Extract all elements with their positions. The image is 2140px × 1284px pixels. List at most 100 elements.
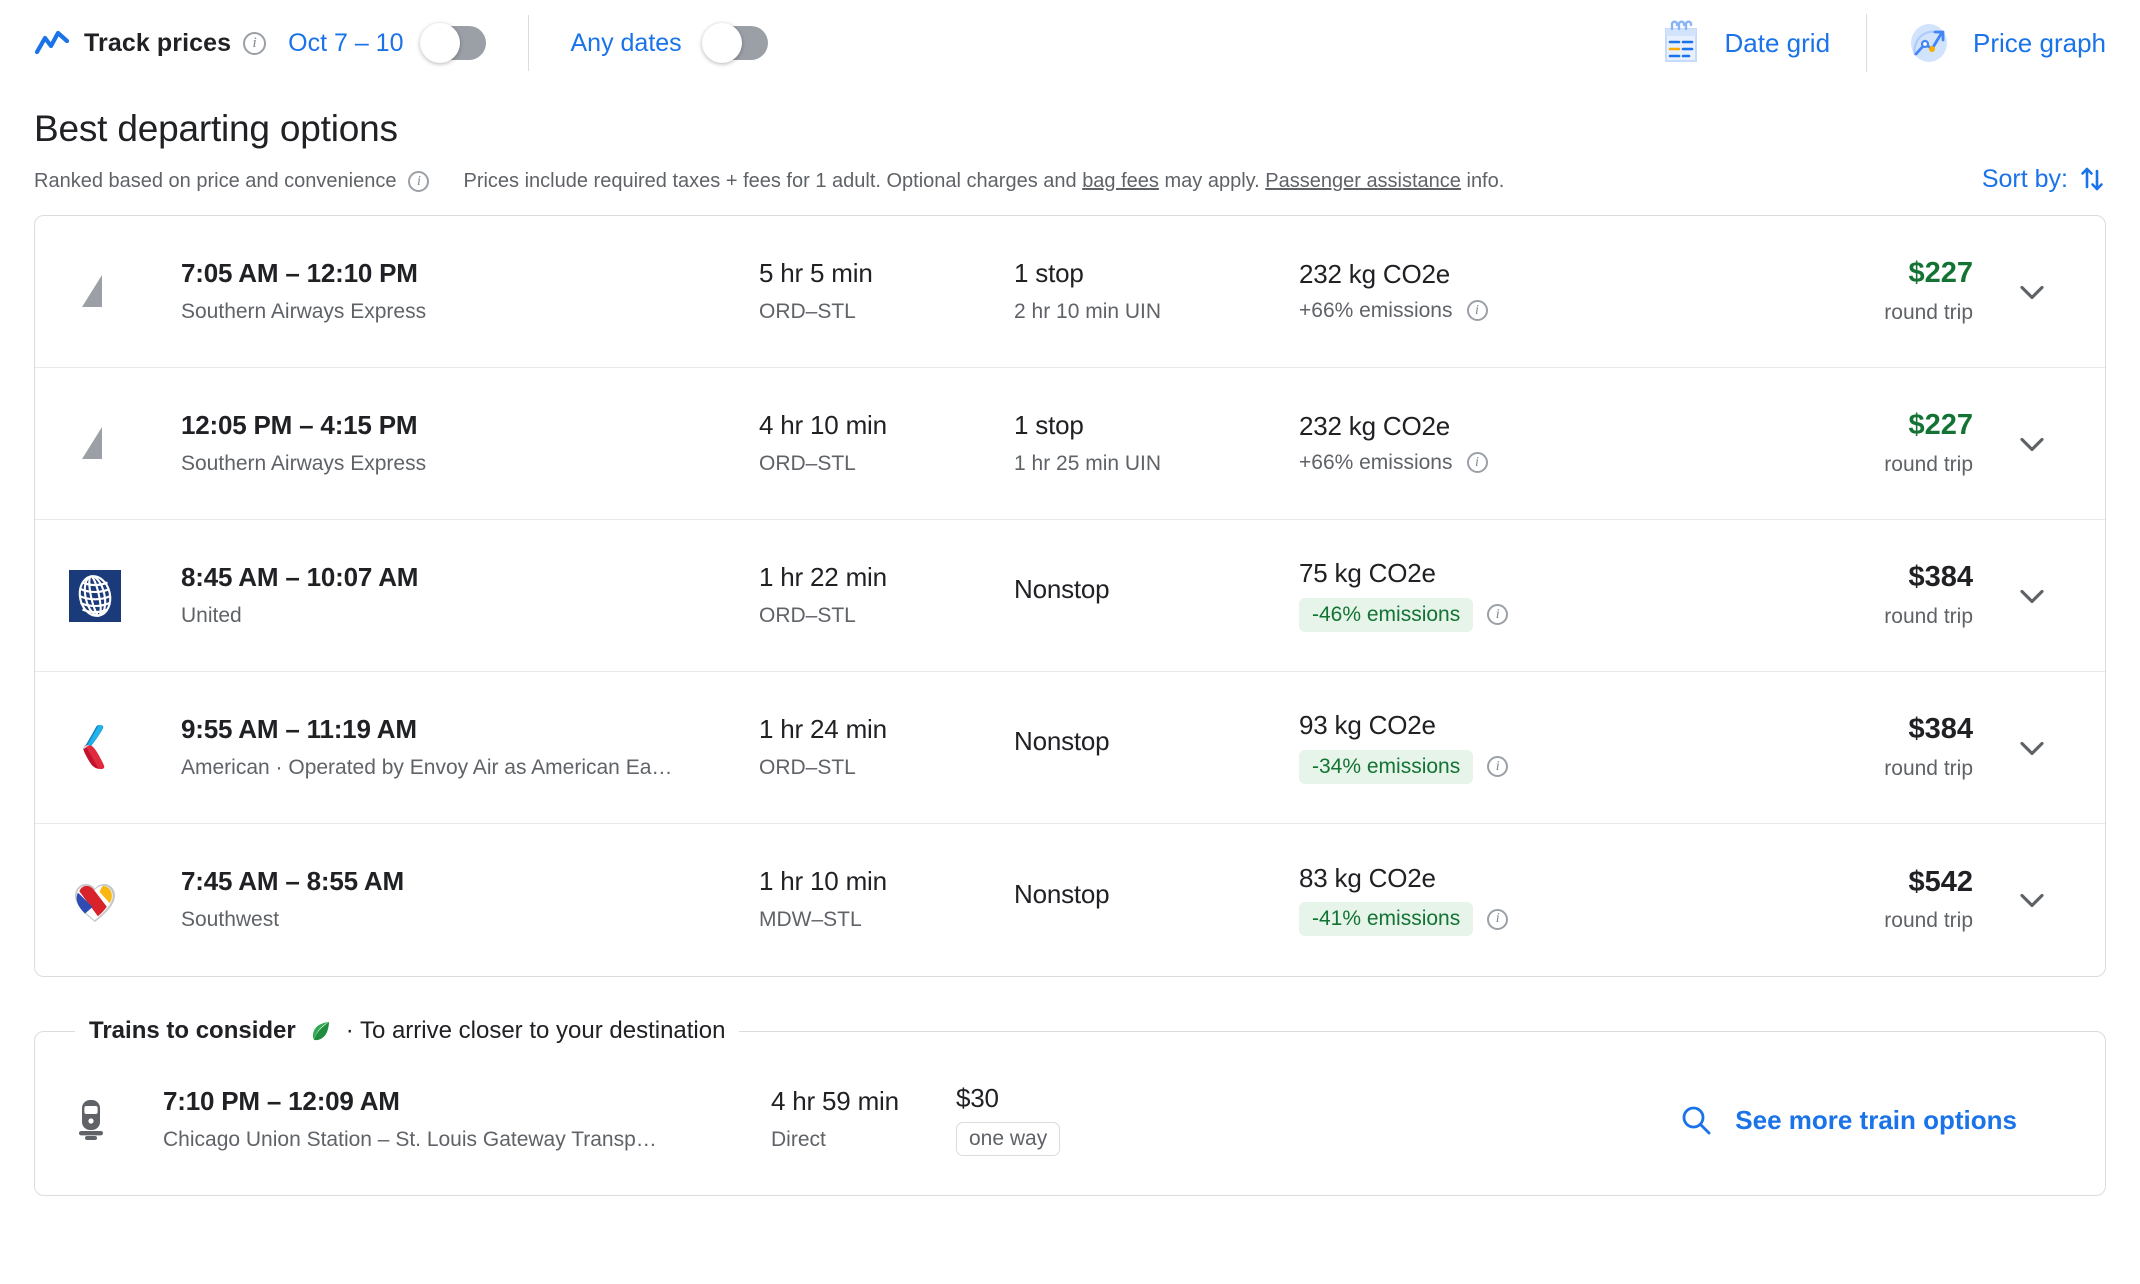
page-title: Best departing options: [34, 108, 2106, 150]
sort-by-button[interactable]: Sort by:: [1982, 164, 2106, 194]
flight-stops: Nonstop: [1014, 880, 1299, 910]
date-grid-button[interactable]: Date grid: [1655, 17, 1831, 69]
bag-fees-link[interactable]: bag fees: [1082, 170, 1159, 192]
flight-co2: 75 kg CO2e: [1299, 559, 1759, 589]
toolbar-divider: [1866, 14, 1867, 72]
flight-price-cell: $384 round trip: [1759, 714, 1989, 781]
flight-price: $227: [1759, 258, 1973, 290]
flight-emissions-cell: 75 kg CO2e -46% emissions i: [1299, 559, 1759, 632]
flight-stops-cell: Nonstop: [1014, 575, 1299, 616]
train-duration-cell: 4 hr 59 min Direct: [771, 1087, 956, 1152]
flight-duration-cell: 1 hr 22 min ORD–STL: [759, 563, 1014, 628]
flight-row[interactable]: 7:05 AM – 12:10 PM Southern Airways Expr…: [35, 216, 2105, 368]
flight-duration: 4 hr 10 min: [759, 411, 1014, 441]
flight-duration-cell: 1 hr 10 min MDW–STL: [759, 867, 1014, 932]
prices-note-part3: info.: [1461, 170, 1504, 192]
flight-row[interactable]: 7:45 AM – 8:55 AM Southwest 1 hr 10 min …: [35, 824, 2105, 976]
info-icon[interactable]: i: [243, 32, 266, 55]
flight-price-sub: round trip: [1759, 453, 1973, 477]
sort-by-label: Sort by:: [1982, 165, 2068, 194]
flight-stop-detail: 1 hr 25 min UIN: [1014, 452, 1299, 476]
flight-emissions-cell: 83 kg CO2e -41% emissions i: [1299, 864, 1759, 937]
flight-price-sub: round trip: [1759, 605, 1973, 629]
fare-type-badge: one way: [956, 1122, 1060, 1156]
airline-logo-cell: [69, 570, 159, 622]
airline-logo-cell: [69, 418, 159, 470]
see-more-train-options-label: See more train options: [1735, 1105, 2017, 1136]
flight-results-card: 7:05 AM – 12:10 PM Southern Airways Expr…: [34, 215, 2106, 977]
info-icon[interactable]: i: [1467, 300, 1488, 321]
flight-co2: 83 kg CO2e: [1299, 864, 1759, 894]
trend-line-icon: [34, 25, 70, 61]
info-icon[interactable]: i: [1487, 756, 1508, 777]
flight-stops: Nonstop: [1014, 727, 1299, 757]
top-toolbar: Track prices i Oct 7 – 10 Any dates: [0, 0, 2140, 86]
info-icon[interactable]: i: [408, 171, 429, 192]
train-duration: 4 hr 59 min: [771, 1087, 956, 1117]
any-dates-toggle[interactable]: [704, 26, 768, 60]
flight-row[interactable]: 9:55 AM – 11:19 AM American · Operated b…: [35, 672, 2105, 824]
flight-price-cell: $227 round trip: [1759, 258, 1989, 325]
date-range-label[interactable]: Oct 7 – 10: [288, 29, 403, 58]
flight-main-cell: 8:45 AM – 10:07 AM United: [159, 563, 759, 628]
expand-flight-button[interactable]: [1989, 883, 2075, 917]
expand-flight-button[interactable]: [1989, 427, 2075, 461]
flight-route: ORD–STL: [759, 756, 1014, 780]
price-graph-button[interactable]: Price graph: [1903, 17, 2106, 69]
flight-stop-detail: 2 hr 10 min UIN: [1014, 300, 1299, 324]
flight-airline: Southern Airways Express: [181, 300, 759, 324]
flight-times: 7:45 AM – 8:55 AM: [181, 867, 759, 897]
any-dates-label[interactable]: Any dates: [571, 29, 682, 58]
flight-row[interactable]: 12:05 PM – 4:15 PM Southern Airways Expr…: [35, 368, 2105, 520]
american-airlines-logo: [69, 722, 121, 774]
flight-stops-cell: 1 stop 1 hr 25 min UIN: [1014, 411, 1299, 476]
southern-airways-tail-logo: [69, 418, 121, 470]
info-icon[interactable]: i: [1467, 452, 1488, 473]
flight-route: ORD–STL: [759, 452, 1014, 476]
emissions-row: -34% emissions i: [1299, 750, 1759, 784]
expand-flight-button[interactable]: [1989, 275, 2075, 309]
flight-price-sub: round trip: [1759, 301, 1973, 325]
flight-main-cell: 12:05 PM – 4:15 PM Southern Airways Expr…: [159, 411, 759, 476]
flight-times: 9:55 AM – 11:19 AM: [181, 715, 759, 745]
train-price-cell: $30 one way: [956, 1084, 1256, 1157]
train-times: 7:10 PM – 12:09 AM: [163, 1087, 771, 1117]
see-more-train-options-button[interactable]: See more train options: [1256, 1103, 2075, 1137]
train-stations: Chicago Union Station – St. Louis Gatewa…: [163, 1128, 771, 1152]
train-direct: Direct: [771, 1128, 956, 1152]
search-icon: [1679, 1103, 1713, 1137]
train-main-cell: 7:10 PM – 12:09 AM Chicago Union Station…: [151, 1087, 771, 1152]
results-heading: Best departing options Ranked based on p…: [0, 108, 2140, 193]
emissions-text: +66% emissions: [1299, 451, 1453, 475]
emissions-badge: -41% emissions: [1299, 902, 1473, 936]
flight-duration: 1 hr 22 min: [759, 563, 1014, 593]
expand-flight-button[interactable]: [1989, 579, 2075, 613]
flight-row[interactable]: 8:45 AM – 10:07 AM United 1 hr 22 min OR…: [35, 520, 2105, 672]
flight-emissions-cell: 232 kg CO2e +66% emissions i: [1299, 412, 1759, 475]
track-prices-group: Track prices i Oct 7 – 10: [34, 25, 486, 61]
flight-stops-cell: Nonstop: [1014, 727, 1299, 768]
train-logo-cell: [69, 1097, 151, 1143]
info-icon[interactable]: i: [1487, 604, 1508, 625]
flight-airline: Southern Airways Express: [181, 452, 759, 476]
flight-duration-cell: 1 hr 24 min ORD–STL: [759, 715, 1014, 780]
flight-airline: American · Operated by Envoy Air as Amer…: [181, 756, 759, 780]
emissions-row: -46% emissions i: [1299, 598, 1759, 632]
track-prices-toggle[interactable]: [422, 26, 486, 60]
flight-co2: 93 kg CO2e: [1299, 711, 1759, 741]
expand-flight-button[interactable]: [1989, 731, 2075, 765]
emissions-row: -41% emissions i: [1299, 902, 1759, 936]
passenger-assistance-link[interactable]: Passenger assistance: [1265, 170, 1461, 192]
train-row[interactable]: 7:10 PM – 12:09 AM Chicago Union Station…: [35, 1045, 2105, 1195]
prices-note: Prices include required taxes + fees for…: [463, 170, 1504, 193]
flight-price: $227: [1759, 410, 1973, 442]
results-subheading: Ranked based on price and convenience i …: [34, 170, 2106, 193]
prices-note-part2: may apply.: [1159, 170, 1265, 192]
flight-route: MDW–STL: [759, 908, 1014, 932]
ranked-text: Ranked based on price and convenience: [34, 170, 396, 193]
flight-price-cell: $542 round trip: [1759, 867, 1989, 934]
flight-route: ORD–STL: [759, 300, 1014, 324]
airline-logo-cell: [69, 874, 159, 926]
info-icon[interactable]: i: [1487, 909, 1508, 930]
flight-airline: United: [181, 604, 759, 628]
